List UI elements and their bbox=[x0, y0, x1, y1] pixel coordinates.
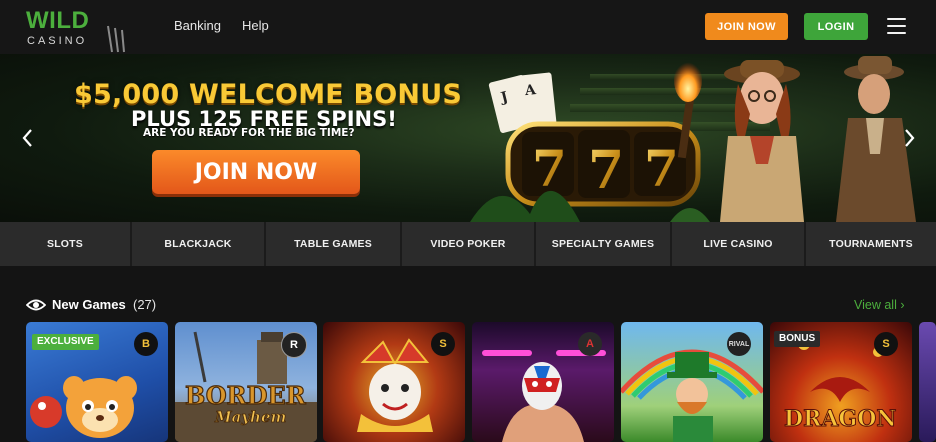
game-title-art: Mayhem bbox=[214, 408, 286, 426]
game-title-art: DRAGON bbox=[784, 406, 897, 432]
bonus-badge: BONUS bbox=[774, 331, 821, 347]
banner-join-now-button[interactable]: JOIN NOW bbox=[152, 150, 360, 194]
join-now-button[interactable]: JOIN NOW bbox=[705, 13, 788, 40]
game-tile[interactable]: S bbox=[323, 322, 465, 442]
provider-badge-icon: S bbox=[431, 332, 455, 356]
eye-icon bbox=[26, 299, 46, 311]
login-button[interactable]: LOGIN bbox=[804, 13, 868, 40]
provider-badge-icon: R bbox=[281, 332, 307, 358]
svg-text:7: 7 bbox=[532, 139, 567, 198]
game-tile[interactable]: DRAGON BONUS S bbox=[770, 322, 912, 442]
banner-artwork: J A 7 7 7 bbox=[470, 56, 916, 222]
svg-text:7: 7 bbox=[644, 139, 679, 198]
game-tile[interactable]: RIVAL bbox=[621, 322, 763, 442]
game-tile[interactable]: EXCLUSIVE B bbox=[26, 322, 168, 442]
banner-tagline: ARE YOU READY FOR THE BIG TIME? bbox=[143, 127, 355, 139]
menu-icon[interactable] bbox=[887, 18, 906, 34]
nav-banking-link[interactable]: Banking bbox=[174, 18, 221, 34]
claw-mark-icon bbox=[107, 25, 125, 53]
exclusive-badge: EXCLUSIVE bbox=[32, 334, 99, 350]
provider-badge-icon: S bbox=[874, 332, 898, 356]
category-specialty-games[interactable]: SPECIALTY GAMES bbox=[536, 222, 670, 266]
game-tile[interactable]: A bbox=[472, 322, 614, 442]
wild-casino-logo[interactable]: WILD CASINO bbox=[26, 7, 125, 53]
category-video-poker[interactable]: VIDEO POKER bbox=[402, 222, 534, 266]
game-title-art: BORDER bbox=[185, 381, 307, 410]
category-slots[interactable]: SLOTS bbox=[0, 222, 130, 266]
carousel-next-icon[interactable] bbox=[899, 128, 919, 148]
provider-badge-icon: A bbox=[578, 332, 602, 356]
top-navigation-bar: WILD CASINO Banking Help JOIN NOW LOGIN bbox=[0, 0, 936, 54]
svg-text:7: 7 bbox=[588, 140, 624, 201]
provider-badge-icon: B bbox=[134, 332, 158, 356]
provider-badge-icon: RIVAL bbox=[727, 332, 751, 356]
game-tile[interactable]: BORDER Mayhem R bbox=[175, 322, 317, 442]
logo-wild-text: WILD bbox=[26, 7, 90, 34]
banner-headline: $5,000 WELCOME BONUS bbox=[74, 79, 462, 110]
view-all-link[interactable]: View all › bbox=[854, 297, 904, 313]
promo-banner[interactable]: J A 7 7 7 $5,000 WELCOME BONUS PLUS 125 … bbox=[0, 54, 936, 222]
category-table-games[interactable]: TABLE GAMES bbox=[266, 222, 400, 266]
game-category-bar: SLOTS BLACKJACK TABLE GAMES VIDEO POKER … bbox=[0, 222, 936, 266]
category-tournaments[interactable]: TOURNAMENTS bbox=[806, 222, 936, 266]
carousel-prev-icon[interactable] bbox=[18, 128, 38, 148]
nav-help-link[interactable]: Help bbox=[242, 18, 269, 34]
section-title-new-games: New Games bbox=[52, 297, 126, 312]
section-game-count: (27) bbox=[133, 297, 157, 312]
category-live-casino[interactable]: LIVE CASINO bbox=[672, 222, 804, 266]
game-tile[interactable] bbox=[919, 322, 936, 442]
category-blackjack[interactable]: BLACKJACK bbox=[132, 222, 264, 266]
logo-casino-text: CASINO bbox=[27, 35, 88, 47]
